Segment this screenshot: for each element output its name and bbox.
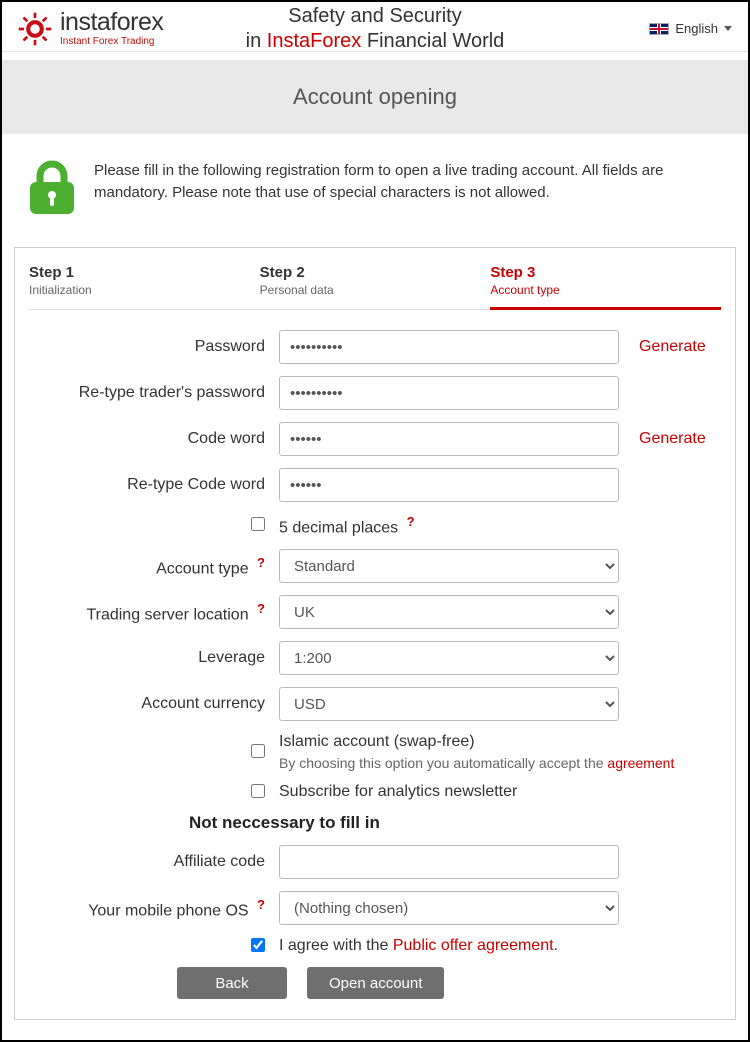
intro: Please fill in the following registratio… [2, 134, 748, 247]
steps-nav: Step 1 Initialization Step 2 Personal da… [29, 262, 721, 310]
mobile-os-select[interactable]: (Nothing chosen) [279, 891, 619, 925]
affiliate-label: Affiliate code [29, 853, 279, 871]
currency-label: Account currency [29, 695, 279, 713]
mobile-os-label: Your mobile phone OS [88, 902, 248, 919]
server-select[interactable]: UK [279, 595, 619, 629]
form-card: Step 1 Initialization Step 2 Personal da… [14, 247, 736, 1020]
brand-text: instaforex Instant Forex Trading [60, 10, 163, 47]
islamic-label: Islamic account (swap-free) [279, 733, 475, 750]
islamic-note: By choosing this option you automaticall… [279, 755, 721, 771]
open-account-button[interactable]: Open account [307, 967, 444, 999]
agree-pre: I agree with the [279, 937, 393, 954]
generate-password-link[interactable]: Generate [619, 338, 721, 356]
step-3[interactable]: Step 3 Account type [490, 262, 721, 310]
language-label: English [675, 21, 718, 36]
account-form: Password Generate Re-type trader's passw… [29, 330, 721, 999]
islamic-checkbox[interactable] [251, 744, 265, 758]
codeword-input[interactable] [279, 422, 619, 456]
retype-codeword-label: Re-type Code word [29, 476, 279, 494]
leverage-label: Leverage [29, 649, 279, 667]
help-account-type-icon[interactable]: ? [257, 555, 265, 570]
headline-in: in [246, 30, 267, 52]
retype-codeword-input[interactable] [279, 468, 619, 502]
page-title: Account opening [2, 60, 748, 134]
step-title: Step 3 [490, 264, 721, 281]
headline-line1: Safety and Security [288, 5, 461, 27]
agree-post: . [554, 937, 558, 954]
step-1[interactable]: Step 1 Initialization [29, 262, 260, 309]
decimal5-label: 5 decimal places [279, 519, 398, 536]
help-server-icon[interactable]: ? [257, 601, 265, 616]
step-title: Step 1 [29, 264, 260, 281]
step-sub: Personal data [260, 283, 491, 297]
affiliate-input[interactable] [279, 845, 619, 879]
topbar: instaforex Instant Forex Trading Safety … [2, 2, 748, 52]
decimal5-checkbox[interactable] [251, 517, 265, 531]
flag-uk-icon [649, 23, 669, 35]
generate-codeword-link[interactable]: Generate [619, 430, 721, 448]
lock-icon [28, 160, 76, 219]
header-headline: Safety and Security in InstaForex Financ… [246, 4, 505, 54]
codeword-label: Code word [29, 430, 279, 448]
intro-text: Please fill in the following registratio… [94, 160, 722, 204]
language-selector[interactable]: English [649, 21, 732, 36]
password-label: Password [29, 338, 279, 356]
server-label: Trading server location [86, 606, 248, 623]
retype-password-label: Re-type trader's password [29, 384, 279, 402]
help-decimal5-icon[interactable]: ? [407, 514, 415, 529]
optional-section-heading: Not neccessary to fill in [189, 813, 721, 833]
back-button[interactable]: Back [177, 967, 287, 999]
currency-select[interactable]: USD [279, 687, 619, 721]
password-input[interactable] [279, 330, 619, 364]
agree-checkbox[interactable] [251, 938, 265, 952]
newsletter-checkbox[interactable] [251, 784, 265, 798]
account-type-select[interactable]: Standard [279, 549, 619, 583]
chevron-down-icon [724, 26, 732, 31]
retype-password-input[interactable] [279, 376, 619, 410]
brand-name: instaforex [60, 10, 163, 35]
step-sub: Initialization [29, 283, 260, 297]
gear-icon [18, 12, 52, 46]
headline-post: Financial World [361, 30, 504, 52]
step-title: Step 2 [260, 264, 491, 281]
brand-slogan: Instant Forex Trading [60, 37, 163, 47]
brand-logo[interactable]: instaforex Instant Forex Trading [18, 10, 163, 47]
leverage-select[interactable]: 1:200 [279, 641, 619, 675]
account-type-label: Account type [156, 560, 249, 577]
step-sub: Account type [490, 283, 721, 297]
newsletter-label: Subscribe for analytics newsletter [279, 783, 517, 801]
public-offer-link[interactable]: Public offer agreement [393, 937, 554, 954]
headline-brand: InstaForex [267, 30, 361, 52]
help-mobile-os-icon[interactable]: ? [257, 897, 265, 912]
islamic-agreement-link[interactable]: agreement [607, 755, 674, 771]
step-2[interactable]: Step 2 Personal data [260, 262, 491, 309]
